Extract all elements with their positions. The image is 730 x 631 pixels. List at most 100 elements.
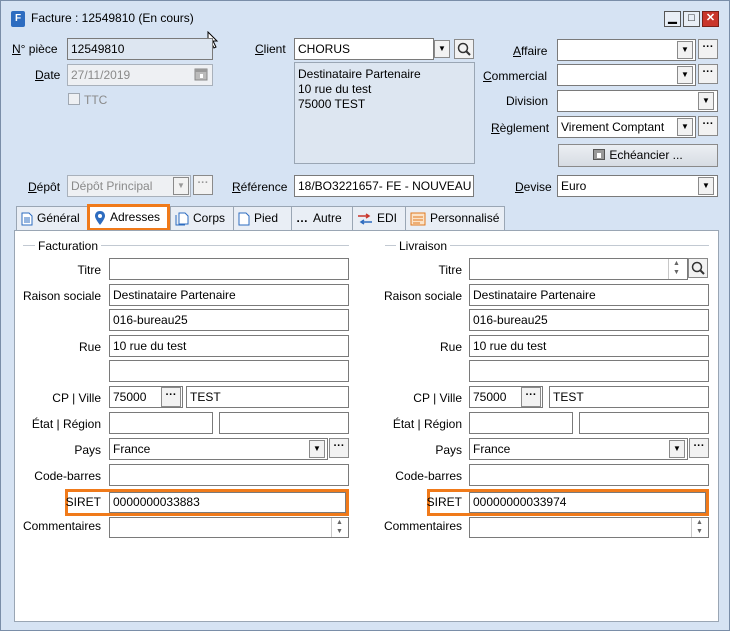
reglement-select[interactable]: Virement Comptant bbox=[557, 116, 696, 138]
maximize-button[interactable]: □ bbox=[683, 11, 700, 27]
calendar-icon[interactable] bbox=[194, 67, 208, 81]
echeancier-button[interactable]: Echéancier ... bbox=[558, 144, 718, 167]
client-dropdown-arrow[interactable]: ▼ bbox=[434, 40, 450, 58]
minimize-button[interactable]: ▁ bbox=[664, 11, 681, 27]
tab-label: Pied bbox=[254, 211, 279, 225]
fac-etat-region-label: État | Région bbox=[31, 417, 101, 431]
fac-rue-2-field[interactable] bbox=[109, 360, 349, 382]
fac-code-barres-label: Code-barres bbox=[34, 469, 101, 483]
depot-label: Dépôt bbox=[28, 180, 61, 194]
liv-code-barres-field[interactable] bbox=[469, 464, 709, 486]
liv-raison-sociale-2-field[interactable]: 016-bureau25 bbox=[469, 309, 709, 331]
fac-siret-field[interactable]: 0000000033883 bbox=[109, 492, 346, 513]
commercial-select[interactable] bbox=[557, 64, 696, 86]
fac-pays-select[interactable]: France bbox=[109, 438, 328, 460]
commercial-more-button[interactable]: ··· bbox=[698, 64, 718, 84]
liv-cp-ville-label: CP | Ville bbox=[413, 391, 462, 405]
tab-autre[interactable]: … Autre bbox=[291, 206, 353, 231]
devise-dropdown-arrow[interactable]: ▼ bbox=[698, 177, 714, 195]
liv-commentaires-field[interactable] bbox=[469, 517, 709, 538]
affaire-label: Affaire bbox=[513, 44, 548, 58]
liv-rue-field[interactable]: 10 rue du test bbox=[469, 335, 709, 357]
fac-etat-field[interactable] bbox=[109, 412, 213, 434]
liv-pays-select[interactable]: France bbox=[469, 438, 688, 460]
liv-titre-field[interactable] bbox=[469, 258, 688, 280]
tab-general[interactable]: Général bbox=[16, 206, 88, 231]
reglement-more-button[interactable]: ··· bbox=[698, 116, 718, 136]
fac-rue-field[interactable]: 10 rue du test bbox=[109, 335, 349, 357]
fac-cp-more-button[interactable]: ··· bbox=[161, 387, 181, 407]
ellipsis-icon: … bbox=[296, 211, 309, 226]
liv-ville-field[interactable]: TEST bbox=[549, 386, 709, 408]
depot-dropdown-arrow: ▼ bbox=[173, 177, 189, 195]
livraison-group-title: Livraison bbox=[396, 239, 451, 253]
close-button[interactable]: ✕ bbox=[702, 11, 719, 27]
affaire-more-button[interactable]: ··· bbox=[698, 39, 718, 59]
liv-pays-more-button[interactable]: ··· bbox=[689, 438, 709, 458]
fac-code-barres-field[interactable] bbox=[109, 464, 349, 486]
fac-titre-field[interactable] bbox=[109, 258, 349, 280]
client-field[interactable]: CHORUS bbox=[294, 38, 434, 60]
window-title: Facture : 12549810 (En cours) bbox=[31, 11, 194, 25]
fac-ville-field[interactable]: TEST bbox=[186, 386, 349, 408]
fac-region-field[interactable] bbox=[219, 412, 349, 434]
fac-pays-dropdown-arrow[interactable]: ▼ bbox=[309, 440, 325, 458]
liv-siret-field[interactable]: 00000000033974 bbox=[469, 492, 706, 513]
affaire-select[interactable] bbox=[557, 39, 696, 61]
liv-commentaires-label: Commentaires bbox=[383, 519, 462, 533]
division-label: Division bbox=[506, 94, 549, 108]
num-piece-field[interactable]: 12549810 bbox=[67, 38, 213, 60]
liv-titre-spinner[interactable]: ▲ ▼ bbox=[668, 259, 684, 279]
depot-more-button: ··· bbox=[193, 175, 213, 195]
client-address-line: Destinataire Partenaire bbox=[298, 67, 421, 81]
client-address-line: 10 rue du test bbox=[298, 82, 372, 96]
facturation-group-title: Facturation bbox=[35, 239, 102, 253]
num-piece-label: N° pièce bbox=[12, 42, 58, 56]
liv-commentaires-scroll[interactable]: ▲ ▼ bbox=[691, 518, 707, 537]
fac-raison-sociale-2-field[interactable]: 016-bureau25 bbox=[109, 309, 349, 331]
tab-edi[interactable]: EDI bbox=[352, 206, 406, 231]
liv-rue-2-field[interactable] bbox=[469, 360, 709, 382]
fac-commentaires-label: Commentaires bbox=[22, 519, 101, 533]
division-select[interactable] bbox=[557, 90, 718, 112]
fac-commentaires-field[interactable] bbox=[109, 517, 349, 538]
tab-label: EDI bbox=[377, 211, 398, 225]
affaire-dropdown-arrow[interactable]: ▼ bbox=[677, 41, 693, 59]
liv-etat-field[interactable] bbox=[469, 412, 573, 434]
liv-titre-search-button[interactable] bbox=[688, 258, 708, 278]
date-label: Date bbox=[35, 68, 61, 82]
devise-select[interactable]: Euro bbox=[557, 175, 718, 197]
reglement-dropdown-arrow[interactable]: ▼ bbox=[677, 118, 693, 136]
ttc-checkbox[interactable] bbox=[68, 93, 80, 105]
fac-siret-label: SIRET bbox=[65, 495, 101, 509]
commercial-dropdown-arrow[interactable]: ▼ bbox=[677, 66, 693, 84]
liv-cp-more-button[interactable]: ··· bbox=[521, 387, 541, 407]
location-pin-icon bbox=[95, 210, 105, 225]
tab-personnalise[interactable]: Personnalisé bbox=[405, 206, 505, 231]
tab-label: Adresses bbox=[110, 210, 161, 224]
fac-pays-more-button[interactable]: ··· bbox=[329, 438, 349, 458]
tab-adresses[interactable]: Adresses bbox=[87, 204, 170, 231]
liv-etat-region-label: État | Région bbox=[392, 417, 462, 431]
invoice-window: F Facture : 12549810 (En cours) ▁ □ ✕ N°… bbox=[0, 0, 730, 631]
tab-label: Personnalisé bbox=[430, 211, 500, 225]
fac-rue-label: Rue bbox=[78, 340, 101, 354]
liv-raison-sociale-field[interactable]: Destinataire Partenaire bbox=[469, 284, 709, 306]
page-icon bbox=[238, 212, 250, 226]
liv-pays-dropdown-arrow[interactable]: ▼ bbox=[669, 440, 685, 458]
fac-raison-sociale-field[interactable]: Destinataire Partenaire bbox=[109, 284, 349, 306]
tab-pied[interactable]: Pied bbox=[233, 206, 292, 231]
commercial-label: Commercial bbox=[483, 69, 548, 83]
liv-region-field[interactable] bbox=[579, 412, 709, 434]
tab-label: Autre bbox=[313, 211, 342, 225]
reference-field[interactable]: 18/BO3221657- FE - NOUVEAU H bbox=[294, 175, 474, 197]
tab-label: Corps bbox=[193, 211, 226, 225]
division-dropdown-arrow[interactable]: ▼ bbox=[698, 92, 714, 110]
echeancier-label: Echéancier ... bbox=[609, 148, 683, 162]
fac-commentaires-scroll[interactable]: ▲ ▼ bbox=[331, 518, 347, 537]
client-search-button[interactable] bbox=[454, 39, 474, 59]
client-label: Client bbox=[255, 42, 286, 56]
client-address-line: 75000 TEST bbox=[298, 97, 366, 111]
tab-corps[interactable]: Corps bbox=[170, 206, 234, 231]
fac-titre-label: Titre bbox=[77, 263, 101, 277]
